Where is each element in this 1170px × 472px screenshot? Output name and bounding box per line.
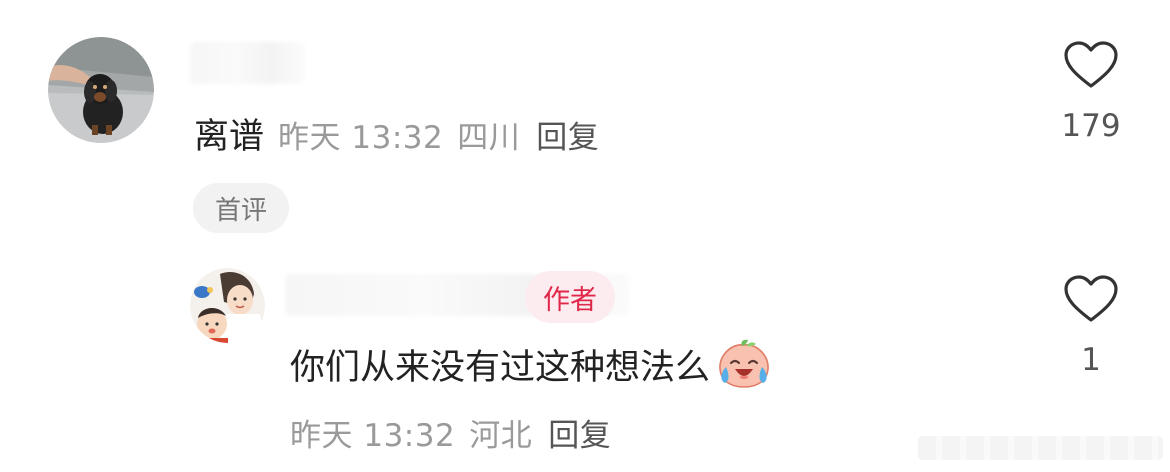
reply-time: 昨天 13:32 xyxy=(290,418,456,454)
comment-text: 离谱 xyxy=(194,117,265,157)
crying-laughing-peach-emoji xyxy=(719,339,769,388)
reply-reply-button[interactable]: 回复 xyxy=(548,410,611,455)
commenter-name-blurred[interactable] xyxy=(190,42,305,84)
reply-like-button[interactable]: 1 xyxy=(1055,274,1127,378)
commenter-avatar[interactable] xyxy=(48,37,154,143)
author-tag: 作者 xyxy=(525,271,615,323)
comment-body: 离谱 昨天 13:32 四川 回复 xyxy=(194,108,599,157)
reply-location: 河北 xyxy=(469,418,533,454)
reply-meta: 昨天 13:32 河北 回复 xyxy=(290,410,611,455)
first-comment-badge: 首评 xyxy=(193,183,289,233)
comment-like-button[interactable]: 179 xyxy=(1055,40,1127,144)
author-avatar[interactable] xyxy=(190,268,265,343)
reply-body: 你们从来没有过这种想法么 xyxy=(290,339,772,388)
reply-text: 你们从来没有过这种想法么 xyxy=(290,347,711,388)
comment-location: 四川 xyxy=(457,120,521,156)
heart-outline-icon[interactable] xyxy=(1063,274,1119,324)
reply-like-count: 1 xyxy=(1081,342,1101,378)
heart-outline-icon[interactable] xyxy=(1063,40,1119,90)
watermark xyxy=(918,436,1163,460)
comment-time: 昨天 13:32 xyxy=(278,120,444,156)
comment-like-count: 179 xyxy=(1061,108,1121,144)
comment-reply-button[interactable]: 回复 xyxy=(536,112,599,157)
